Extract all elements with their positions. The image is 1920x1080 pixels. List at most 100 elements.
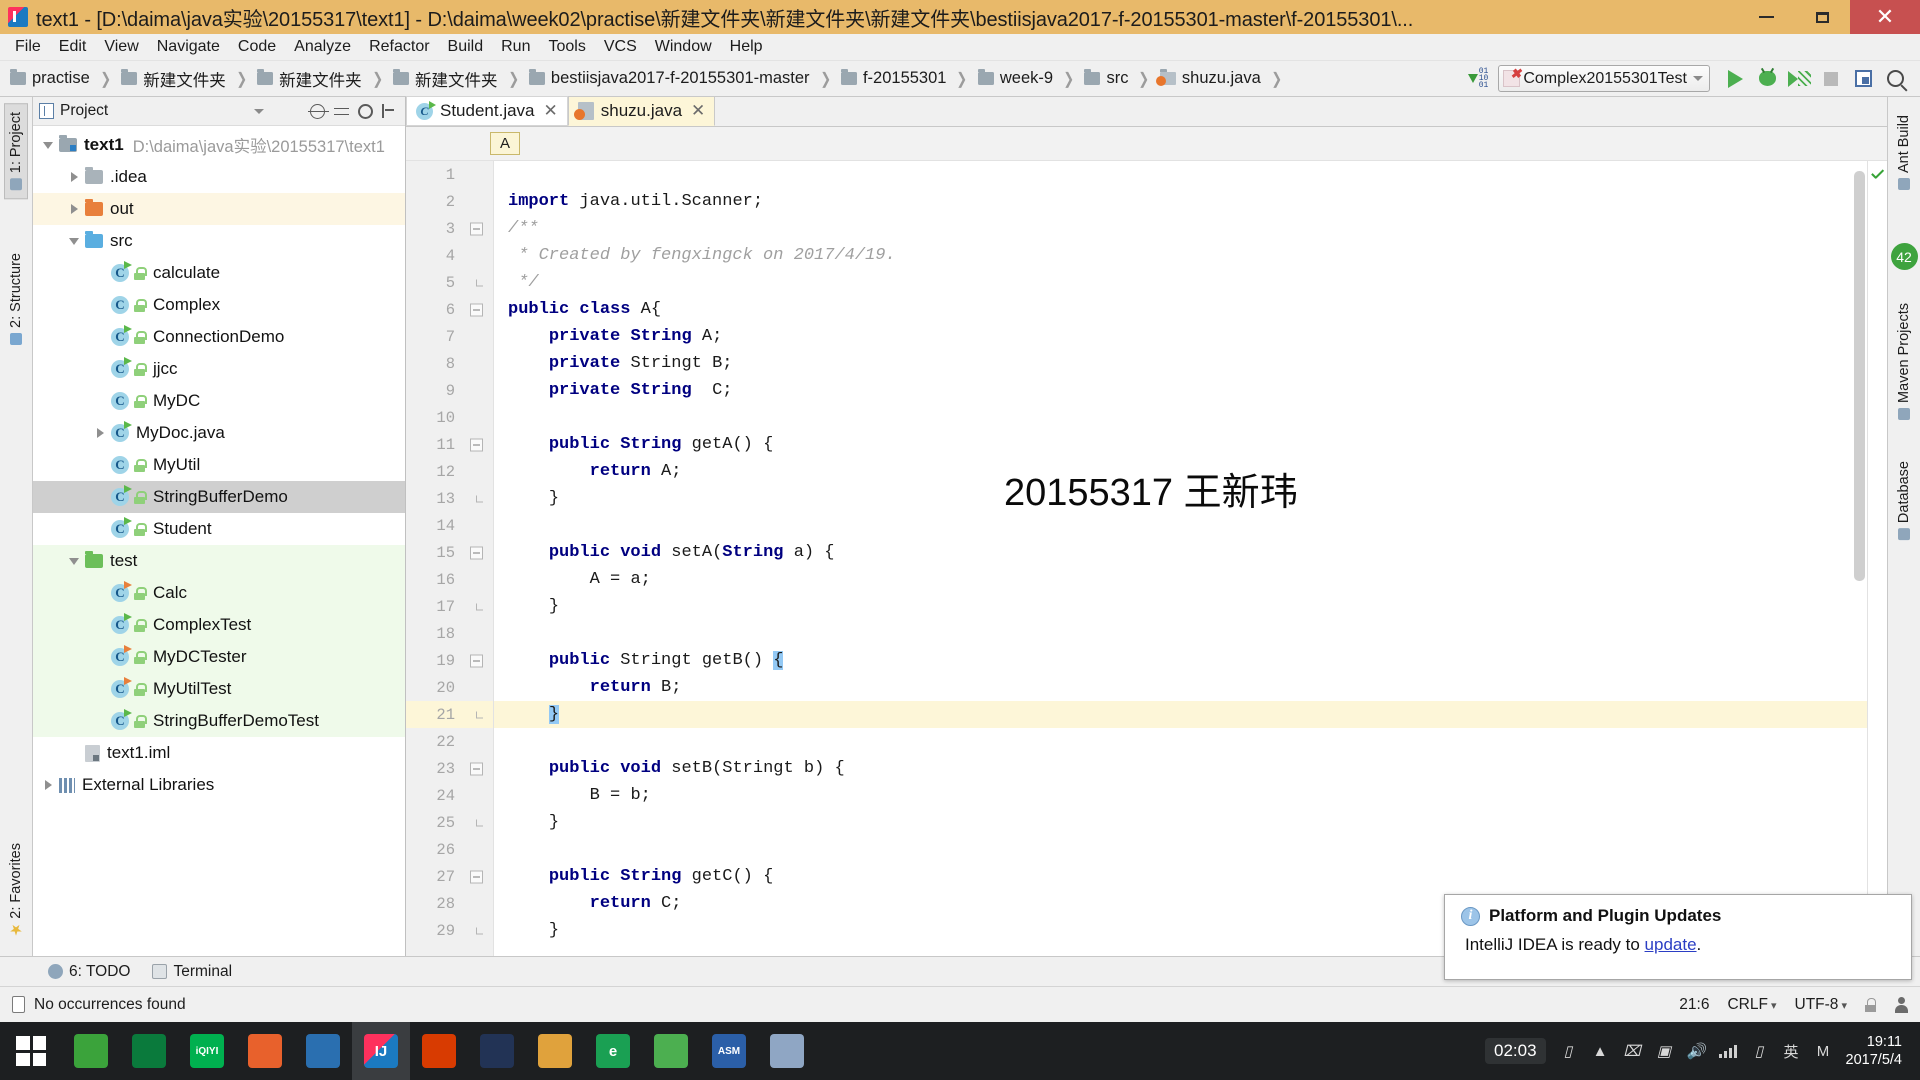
- code-line[interactable]: * Created by fengxingck on 2017/4/19.: [494, 242, 1867, 269]
- gear-icon[interactable]: [358, 103, 373, 119]
- fold-collapse-icon[interactable]: [470, 870, 483, 883]
- layout-button[interactable]: [1848, 65, 1878, 93]
- clock-widget[interactable]: 19:11 2017/5/4: [1846, 1033, 1910, 1069]
- line-number[interactable]: 16: [406, 566, 493, 593]
- taskbar-app-intellij-idea[interactable]: IJ: [352, 1022, 410, 1080]
- breadcrumb-folder-2[interactable]: 新建文件夹: [257, 67, 362, 91]
- caret-position[interactable]: 21:6: [1679, 996, 1709, 1014]
- taskbar-app-edge[interactable]: e: [584, 1022, 642, 1080]
- taskbar-app-media[interactable]: [294, 1022, 352, 1080]
- ime-indicator[interactable]: 英: [1782, 1042, 1801, 1061]
- close-button[interactable]: ✕: [1850, 0, 1920, 34]
- line-number[interactable]: 9: [406, 377, 493, 404]
- menu-navigate[interactable]: Navigate: [148, 36, 229, 58]
- code-line[interactable]: }: [494, 809, 1867, 836]
- close-tab-icon[interactable]: ✕: [691, 101, 705, 121]
- battery-icon[interactable]: ▯: [1559, 1042, 1578, 1061]
- line-number[interactable]: 13: [406, 485, 493, 512]
- tree-node[interactable]: C Calc: [33, 577, 405, 609]
- code-line[interactable]: public Stringt getB() {: [494, 647, 1867, 674]
- line-number[interactable]: 27: [406, 863, 493, 890]
- code-line[interactable]: }: [494, 701, 1867, 728]
- tree-node[interactable]: C ConnectionDemo: [33, 321, 405, 353]
- tree-node[interactable]: C Student: [33, 513, 405, 545]
- start-button[interactable]: [0, 1022, 62, 1080]
- fold-collapse-icon[interactable]: [470, 438, 483, 451]
- fold-end-icon[interactable]: [476, 279, 483, 286]
- fold-collapse-icon[interactable]: [470, 303, 483, 316]
- line-number[interactable]: 8: [406, 350, 493, 377]
- line-number[interactable]: 20: [406, 674, 493, 701]
- breadcrumb-f20155301[interactable]: f-20155301: [840, 69, 946, 88]
- tree-node[interactable]: C Complex: [33, 289, 405, 321]
- twisty-down-icon[interactable]: [63, 237, 85, 245]
- code-line[interactable]: [494, 620, 1867, 647]
- target-icon[interactable]: [308, 103, 329, 119]
- person-icon[interactable]: [1894, 996, 1908, 1013]
- phone-icon[interactable]: ▯: [1750, 1042, 1769, 1061]
- editor-tab-shuzu-java[interactable]: shuzu.java ✕: [567, 96, 716, 126]
- fold-end-icon[interactable]: [476, 927, 483, 934]
- taskbar-app-browser[interactable]: [236, 1022, 294, 1080]
- code-line[interactable]: A = a;: [494, 566, 1867, 593]
- line-number-gutter[interactable]: 1 2 3 4 5 6 7 8 9 10 11 12 13 14 15 16 17 18 19 20 21 22 23 24 2…: [406, 161, 494, 956]
- tree-node[interactable]: C StringBufferDemo: [33, 481, 405, 513]
- code-line[interactable]: [494, 836, 1867, 863]
- update-link[interactable]: update: [1645, 935, 1697, 954]
- line-number[interactable]: 28: [406, 890, 493, 917]
- sidebar-item-project[interactable]: 1: Project: [4, 103, 28, 200]
- breadcrumb-folder-3[interactable]: 新建文件夹: [393, 67, 498, 91]
- sidebar-item-favorites[interactable]: 2: Favorites: [5, 835, 27, 944]
- tree-node[interactable]: External Libraries: [33, 769, 405, 801]
- timer-widget[interactable]: 02:03: [1485, 1038, 1546, 1064]
- tool-window-terminal[interactable]: Terminal: [152, 963, 232, 981]
- menu-edit[interactable]: Edit: [50, 36, 96, 58]
- sidebar-item-database[interactable]: Database: [1893, 453, 1915, 548]
- taskbar-app-iqiyi[interactable]: iQIYI: [178, 1022, 236, 1080]
- line-number[interactable]: 18: [406, 620, 493, 647]
- search-everywhere-button[interactable]: [1880, 65, 1910, 93]
- tree-node[interactable]: Ccalculate: [33, 257, 405, 289]
- tree-node[interactable]: C MyDCTester: [33, 641, 405, 673]
- minimize-button[interactable]: [1738, 0, 1794, 34]
- editor-scrollbar-thumb[interactable]: [1854, 171, 1865, 581]
- menu-refactor[interactable]: Refactor: [360, 36, 438, 58]
- code-line[interactable]: */: [494, 269, 1867, 296]
- code-line[interactable]: public class A{: [494, 296, 1867, 323]
- network-icon[interactable]: [1718, 1044, 1737, 1058]
- taskbar-app-file-explorer[interactable]: [62, 1022, 120, 1080]
- code-line[interactable]: [494, 728, 1867, 755]
- run-configuration-selector[interactable]: Complex20155301Test: [1498, 65, 1710, 92]
- maximize-button[interactable]: [1794, 0, 1850, 34]
- chevron-down-icon[interactable]: [254, 108, 265, 114]
- tree-node[interactable]: Cjjcc: [33, 353, 405, 385]
- line-number[interactable]: 22: [406, 728, 493, 755]
- taskbar-app-office[interactable]: [410, 1022, 468, 1080]
- fold-collapse-icon[interactable]: [470, 222, 483, 235]
- menu-tools[interactable]: Tools: [539, 36, 594, 58]
- close-tab-icon[interactable]: ✕: [544, 101, 558, 121]
- code-text[interactable]: 20155317 王新玮 import java. util. Scanner;/*…: [494, 161, 1867, 956]
- breadcrumb-shuzu-java[interactable]: shuzu.java: [1155, 69, 1261, 88]
- line-number[interactable]: 25: [406, 809, 493, 836]
- sidebar-item-maven-projects[interactable]: Maven Projects: [1893, 295, 1915, 428]
- tree-node[interactable]: C MyUtil: [33, 449, 405, 481]
- tree-node[interactable]: C ComplexTest: [33, 609, 405, 641]
- twisty-right-icon[interactable]: [89, 428, 111, 438]
- line-number[interactable]: 6: [406, 296, 493, 323]
- menu-code[interactable]: Code: [229, 36, 285, 58]
- volume-icon[interactable]: 🔊: [1687, 1042, 1706, 1061]
- line-number[interactable]: 11: [406, 431, 493, 458]
- breadcrumb-src[interactable]: src: [1084, 69, 1128, 88]
- code-line[interactable]: [494, 404, 1867, 431]
- breadcrumb-folder-1[interactable]: 新建文件夹: [121, 67, 226, 91]
- tree-node[interactable]: C MyUtilTest: [33, 673, 405, 705]
- sidebar-item-structure[interactable]: 2: Structure: [5, 245, 27, 353]
- hide-icon[interactable]: [382, 104, 396, 118]
- encoding-selector[interactable]: UTF-8: [1795, 996, 1848, 1014]
- code-line[interactable]: }: [494, 593, 1867, 620]
- line-number[interactable]: 2: [406, 188, 493, 215]
- editor-tab-student-java[interactable]: C Student.java ✕: [406, 96, 568, 126]
- fold-end-icon[interactable]: [476, 819, 483, 826]
- menu-build[interactable]: Build: [439, 36, 493, 58]
